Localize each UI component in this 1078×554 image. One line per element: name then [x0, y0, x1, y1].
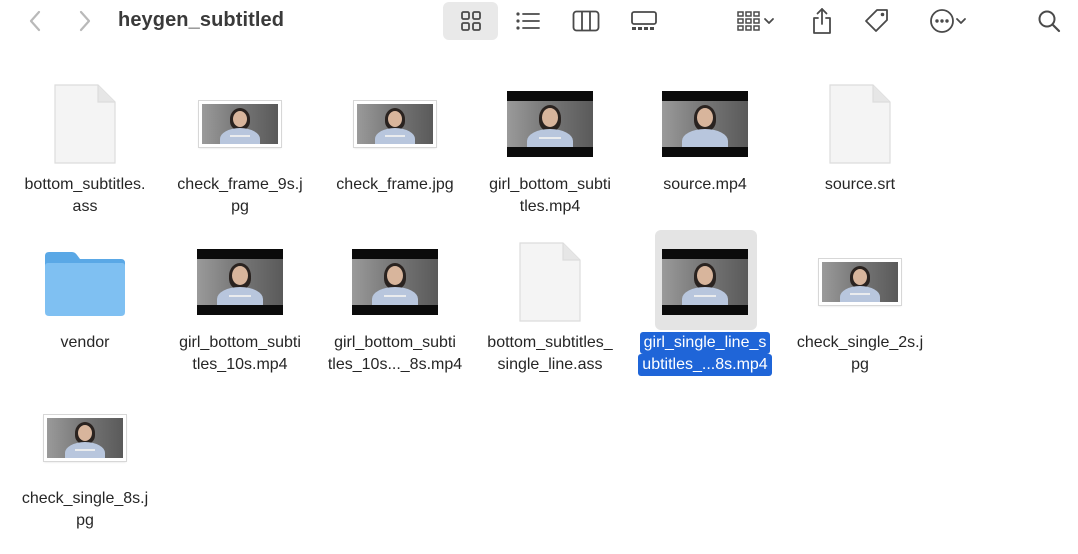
chevron-right-icon [79, 10, 91, 32]
back-button[interactable] [22, 8, 48, 34]
ellipsis-circle-icon [930, 9, 954, 33]
video-thumbnail [197, 249, 283, 315]
file-name: source.mp4 [663, 176, 747, 193]
gallery-icon [631, 11, 657, 30]
file-item[interactable]: check_single_8s.jpg [10, 392, 160, 542]
column-view-button[interactable] [567, 6, 605, 36]
folder-icon [10, 236, 160, 328]
file-name: check_frame_9s.j [177, 176, 303, 193]
video-thumbnail [662, 249, 748, 315]
file-name-cont: pg [76, 512, 94, 529]
file-name: girl_bottom_subti [179, 334, 301, 351]
image-thumbnail [44, 415, 126, 461]
file-name: check_single_8s.j [21, 490, 149, 507]
file-item[interactable]: bottom_subtitles_ single_line.ass [475, 236, 625, 386]
icon-view-button[interactable] [443, 2, 498, 40]
share-icon [813, 8, 831, 34]
video-thumbnail [352, 249, 438, 315]
file-name: vendor [60, 334, 110, 351]
group-by-button[interactable] [728, 6, 782, 36]
columns-icon [572, 10, 600, 32]
document-icon [10, 78, 160, 170]
file-name-cont: ass [72, 198, 98, 215]
file-item[interactable]: girl_bottom_subti tles_10s..._8s.mp4 [320, 236, 470, 386]
file-name: bottom_subtitles_ [487, 334, 613, 351]
file-name-cont: tles.mp4 [519, 198, 581, 215]
file-name: girl_bottom_subti [334, 334, 456, 351]
document-icon [475, 236, 625, 328]
chevron-left-icon [29, 10, 41, 32]
file-name: bottom_subtitles. [24, 176, 146, 193]
file-name: source.srt [824, 176, 896, 193]
file-name-cont: pg [851, 356, 869, 373]
file-name: girl_bottom_subti [489, 176, 611, 193]
more-actions-button[interactable] [920, 6, 976, 36]
gallery-view-button[interactable] [626, 6, 662, 36]
toolbar: heygen_subtitled [0, 0, 1078, 44]
file-item[interactable]: bottom_subtitles.ass [10, 78, 160, 228]
list-icon [516, 12, 540, 30]
video-thumbnail [662, 91, 748, 157]
search-button[interactable] [1034, 6, 1064, 36]
file-item[interactable]: vendor [10, 236, 160, 386]
tag-icon [865, 9, 888, 32]
image-thumbnail [199, 101, 281, 147]
search-icon [1038, 10, 1061, 33]
tag-button[interactable] [860, 6, 894, 36]
share-button[interactable] [806, 4, 838, 38]
file-name-cont: single_line.ass [497, 356, 603, 373]
image-thumbnail [819, 259, 901, 305]
image-thumbnail [354, 101, 436, 147]
group-icon [737, 11, 760, 31]
file-name-cont: ubtitles_...8s.mp4 [638, 354, 772, 376]
document-icon [785, 78, 935, 170]
chevron-down-icon [764, 18, 774, 24]
file-item[interactable]: check_frame.jpg [320, 78, 470, 228]
chevron-down-icon [956, 18, 966, 24]
window-title: heygen_subtitled [118, 9, 285, 31]
file-name: check_frame.jpg [336, 176, 454, 193]
grid-icon [460, 11, 481, 31]
file-item[interactable]: source.srt [785, 78, 935, 228]
file-item[interactable]: check_single_2s.jpg [785, 236, 935, 386]
file-item[interactable]: girl_bottom_subti tles.mp4 [475, 78, 625, 228]
file-name-cont: pg [231, 198, 249, 215]
file-item[interactable]: source.mp4 [630, 78, 780, 228]
file-item[interactable]: girl_bottom_subti tles_10s.mp4 [165, 236, 315, 386]
file-name: check_single_2s.j [796, 334, 924, 351]
video-thumbnail [507, 91, 593, 157]
list-view-button[interactable] [510, 6, 546, 36]
file-name: girl_single_line_s [639, 332, 771, 354]
forward-button[interactable] [72, 8, 98, 34]
file-item-selected[interactable]: girl_single_line_s ubtitles_...8s.mp4 [630, 230, 780, 386]
file-name-cont: tles_10s..._8s.mp4 [327, 356, 463, 373]
file-item[interactable]: check_frame_9s.jpg [165, 78, 315, 228]
file-name-cont: tles_10s.mp4 [192, 356, 288, 373]
